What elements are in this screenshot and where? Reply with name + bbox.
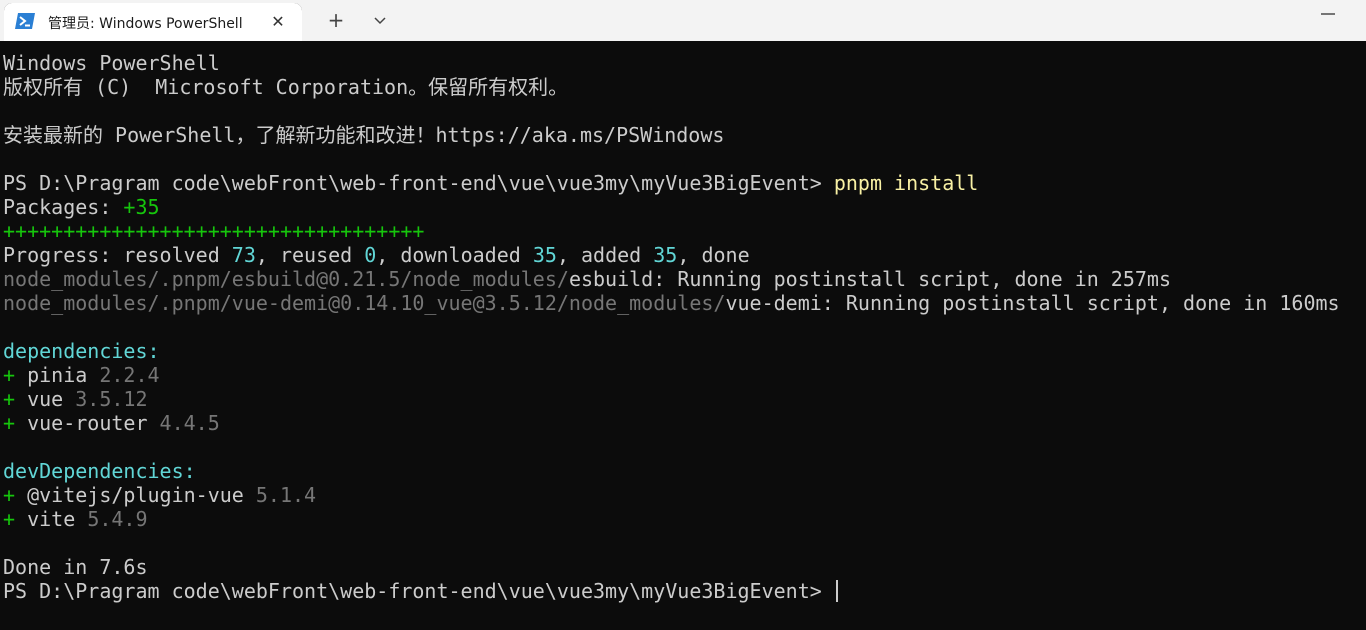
postinstall-message: : Running postinstall script, done in 16… <box>821 291 1340 315</box>
added-count: 35 <box>653 243 678 267</box>
reused-count: 0 <box>364 243 377 267</box>
postinstall-message: : Running postinstall script, done in 25… <box>653 267 1171 291</box>
dependency-name: vue-router <box>27 411 160 435</box>
plus-sign: + <box>3 483 28 507</box>
tab-background: 管理员: Windows PowerShell ✕ <box>4 3 302 41</box>
dependencies-header: dependencies: <box>3 339 160 363</box>
close-icon[interactable]: ✕ <box>267 11 289 33</box>
postinstall-line: node_modules/.pnpm/vue-demi@0.14.10_vue@… <box>3 291 1366 315</box>
added-label: , added <box>556 243 654 267</box>
chevron-down-icon[interactable] <box>366 6 394 34</box>
postinstall-path: node_modules/.pnpm/vue-demi@0.14.10_vue@… <box>3 291 726 315</box>
packages-count: +35 <box>123 195 160 219</box>
prompt: PS D:\Pragram code\webFront\web-front-en… <box>3 579 834 603</box>
dependency-version: 4.4.5 <box>159 411 220 435</box>
packages-line: Packages: +35 <box>3 195 1366 219</box>
progress-prefix: Progress: resolved <box>3 243 232 267</box>
done-line: Done in 7.6s <box>3 555 148 579</box>
downloaded-count: 35 <box>532 243 557 267</box>
plus-sign: + <box>3 363 28 387</box>
command-line: PS D:\Pragram code\webFront\web-front-en… <box>3 171 1366 195</box>
powershell-icon <box>15 13 35 29</box>
title-bar: 管理员: Windows PowerShell ✕ + <box>0 0 1366 41</box>
dependency-version: 3.5.12 <box>75 387 148 411</box>
copyright-line: 版权所有 (C) Microsoft Corporation。保留所有权利。 <box>3 75 569 99</box>
dev-dependency-item: + @vitejs/plugin-vue 5.1.4 <box>3 483 1366 507</box>
postinstall-line: node_modules/.pnpm/esbuild@0.21.5/node_m… <box>3 267 1366 291</box>
plus-sign: + <box>3 411 28 435</box>
progress-line: Progress: resolved 73, reused 0, downloa… <box>3 243 1366 267</box>
postinstall-path: node_modules/.pnpm/esbuild@0.21.5/node_m… <box>3 267 569 291</box>
tab-title: 管理员: Windows PowerShell <box>48 16 243 32</box>
final-prompt-line[interactable]: PS D:\Pragram code\webFront\web-front-en… <box>3 579 1366 603</box>
postinstall-pkg: vue-demi <box>725 291 822 315</box>
packages-label: Packages: <box>3 195 124 219</box>
dependency-name: @vitejs/plugin-vue <box>27 483 256 507</box>
upgrade-notice: 安装最新的 PowerShell，了解新功能和改进！https://aka.ms… <box>3 123 725 147</box>
dependency-name: vue <box>27 387 76 411</box>
progress-suffix: , done <box>677 243 750 267</box>
dependency-item: + vue-router 4.4.5 <box>3 411 1366 435</box>
minimize-icon[interactable] <box>1318 6 1338 22</box>
command-text: pnpm install <box>833 171 979 195</box>
terminal-output[interactable]: Windows PowerShell 版权所有 (C) Microsoft Co… <box>0 41 1366 630</box>
dependency-name: vite <box>27 507 88 531</box>
dependency-name: pinia <box>27 363 100 387</box>
text-cursor <box>835 580 838 602</box>
prompt: PS D:\Pragram code\webFront\web-front-en… <box>3 171 834 195</box>
dependency-item: + vue 3.5.12 <box>3 387 1366 411</box>
dev-dependency-item: + vite 5.4.9 <box>3 507 1366 531</box>
tab-powershell[interactable]: 管理员: Windows PowerShell ✕ <box>4 3 302 41</box>
plus-sign: + <box>3 507 28 531</box>
dependency-item: + pinia 2.2.4 <box>3 363 1366 387</box>
dependency-version: 2.2.4 <box>99 363 160 387</box>
banner-title: Windows PowerShell <box>3 51 220 75</box>
resolved-count: 73 <box>231 243 256 267</box>
dependency-version: 5.1.4 <box>255 483 317 507</box>
dependency-version: 5.4.9 <box>87 507 148 531</box>
downloaded-label: , downloaded <box>376 243 533 267</box>
progress-bar: +++++++++++++++++++++++++++++++++++ <box>3 219 425 243</box>
plus-sign: + <box>3 387 28 411</box>
plus-icon[interactable]: + <box>322 6 350 34</box>
postinstall-pkg: esbuild <box>568 267 654 291</box>
reused-label: , reused <box>255 243 365 267</box>
dev-dependencies-header: devDependencies: <box>3 459 196 483</box>
